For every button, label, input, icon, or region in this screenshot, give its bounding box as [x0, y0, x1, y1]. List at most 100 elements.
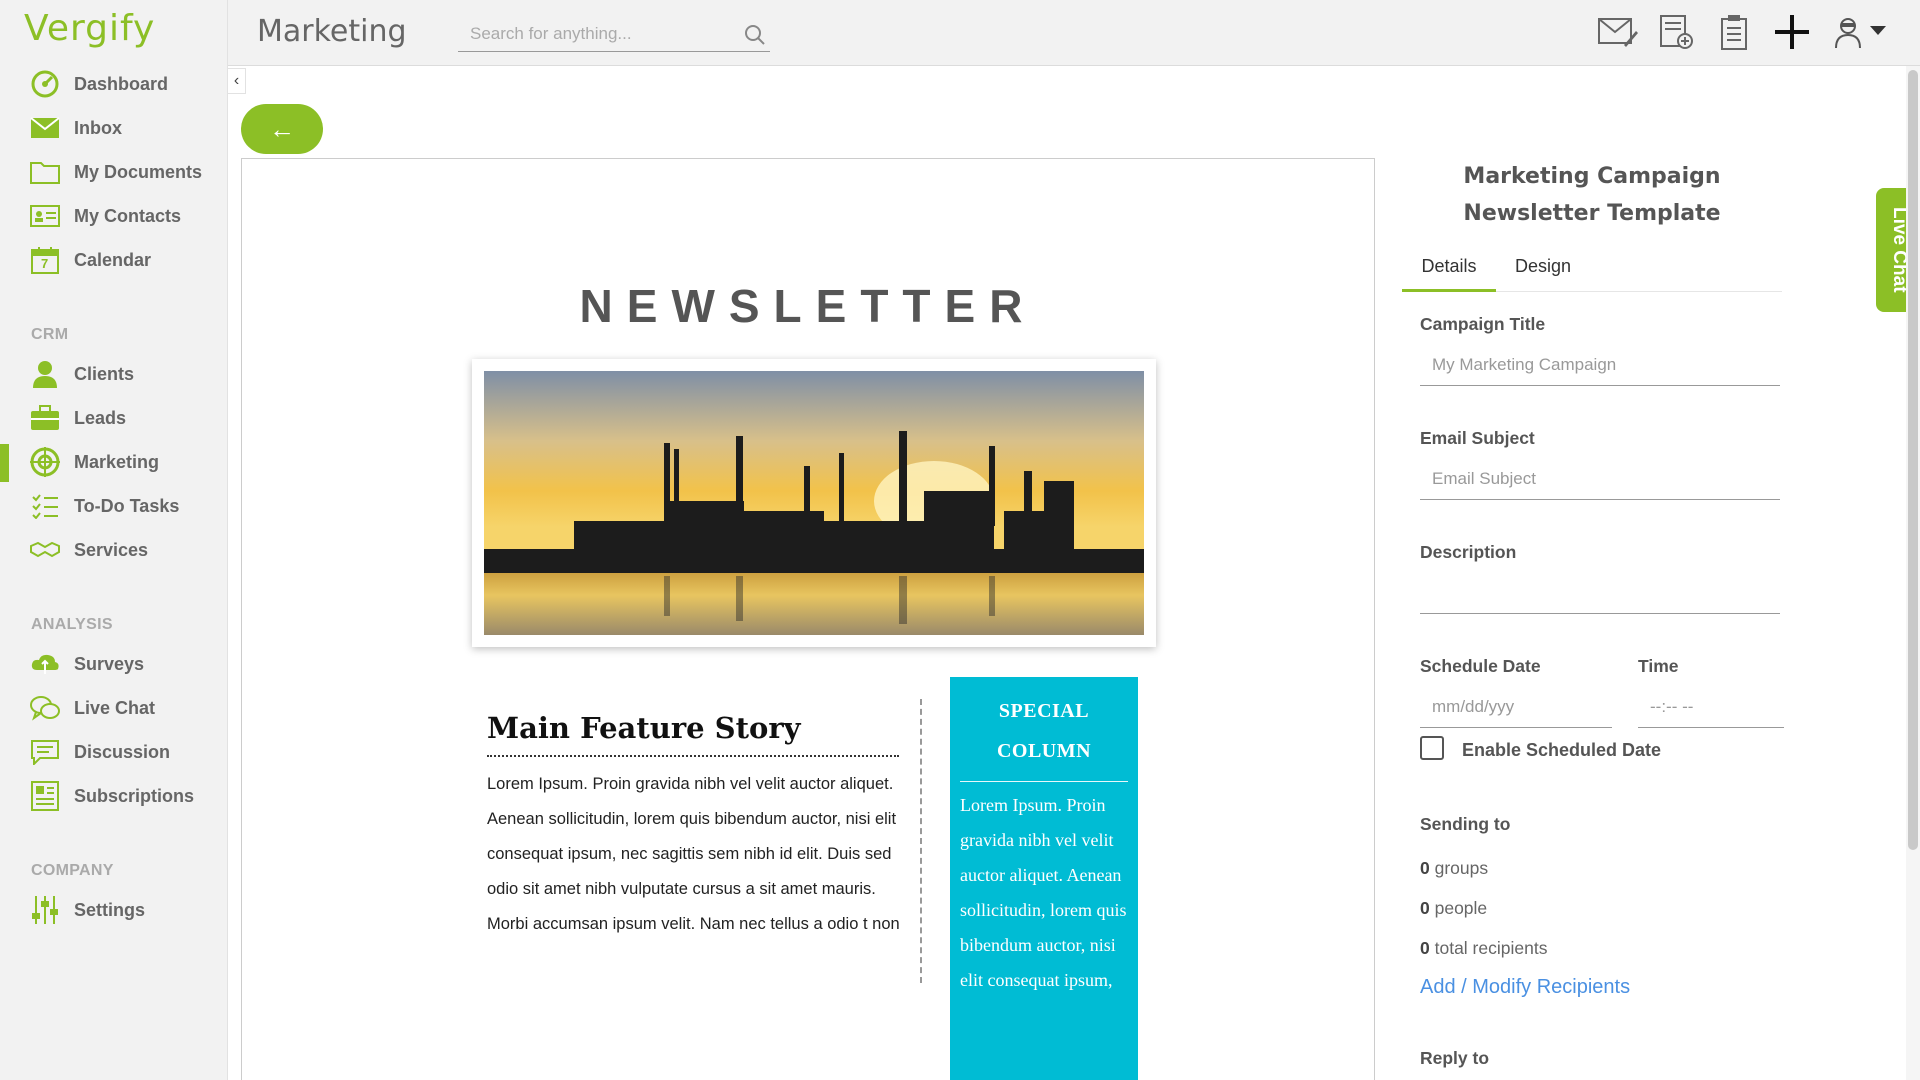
reply-to-label: Reply to: [1420, 1048, 1490, 1068]
tab-details[interactable]: Details: [1402, 244, 1496, 292]
newsletter-image-frame[interactable]: [472, 359, 1156, 647]
folder-icon: [30, 157, 60, 187]
newspaper-icon: [30, 781, 60, 811]
section-label-crm: CRM: [31, 326, 69, 343]
campaign-title-field: [1420, 346, 1780, 386]
add-modify-recipients-link[interactable]: Add / Modify Recipients: [1420, 976, 1630, 999]
sidebar-item-subscriptions[interactable]: Subscriptions: [0, 774, 228, 818]
survey-cloud-icon: [30, 649, 60, 679]
enable-schedule-label[interactable]: Enable Scheduled Date: [1462, 740, 1661, 761]
enable-schedule-checkbox[interactable]: [1420, 736, 1444, 760]
sidebar-item-label: Marketing: [74, 451, 160, 472]
calendar-icon: 7: [30, 245, 60, 275]
sidebar-item-label: Surveys: [74, 653, 145, 674]
main-nav: Dashboard Inbox My Documents My Contacts…: [0, 62, 228, 282]
sidebar-item-label: To-Do Tasks: [74, 495, 180, 516]
sidebar-item-surveys[interactable]: Surveys: [0, 642, 228, 686]
special-column-title: SPECIAL COLUMN: [960, 691, 1128, 782]
sidebar-item-label: Clients: [74, 363, 135, 384]
sidebar-item-live-chat[interactable]: Live Chat: [0, 686, 228, 730]
sidebar-item-label: Inbox: [74, 117, 122, 138]
sidebar-item-todo-tasks[interactable]: To-Do Tasks: [0, 484, 228, 528]
time-label: Time: [1638, 656, 1679, 676]
new-document-icon[interactable]: [1656, 12, 1696, 52]
tab-design[interactable]: Design: [1498, 244, 1588, 292]
sidebar-item-dashboard[interactable]: Dashboard: [0, 62, 228, 106]
sidebar-item-leads[interactable]: Leads: [0, 396, 228, 440]
description-field: [1420, 574, 1780, 614]
description-input[interactable]: [1420, 574, 1780, 612]
page-scrollbar[interactable]: [1906, 66, 1920, 1080]
envelope-icon: [30, 113, 60, 143]
person-icon: [30, 359, 60, 389]
sidebar-item-label: Services: [74, 539, 149, 560]
app-logo[interactable]: Vergify: [24, 8, 155, 49]
compose-email-icon[interactable]: [1598, 12, 1638, 52]
campaign-title-input[interactable]: [1420, 346, 1780, 384]
main-feature-body[interactable]: Lorem Ipsum. Proin gravida nibh vel veli…: [487, 767, 907, 942]
checklist-icon: [30, 491, 60, 521]
recipients-count: 0 total recipients: [1420, 938, 1547, 959]
time-input[interactable]: [1638, 688, 1784, 726]
user-avatar-icon[interactable]: [1830, 12, 1890, 52]
sidebar-item-label: Dashboard: [74, 73, 169, 94]
sidebar-item-label: Calendar: [74, 249, 152, 270]
page-title: Marketing: [257, 14, 407, 49]
caret-down-icon: [1870, 23, 1886, 41]
groups-count-value: 0: [1420, 858, 1430, 878]
time-field: [1638, 688, 1784, 728]
sidebar-item-clients[interactable]: Clients: [0, 352, 228, 396]
groups-count: 0 groups: [1420, 858, 1488, 879]
search-input[interactable]: [458, 18, 728, 50]
sidebar-item-calendar[interactable]: 7 Calendar: [0, 238, 228, 282]
description-label: Description: [1420, 542, 1517, 562]
sidebar-item-label: My Contacts: [74, 205, 182, 226]
sidebar-item-label: Leads: [74, 407, 127, 428]
back-button[interactable]: ←: [241, 104, 323, 154]
top-header: Marketing: [228, 0, 1920, 66]
recipients-count-label: total recipients: [1434, 938, 1548, 958]
sidebar-collapse-button[interactable]: ‹: [228, 68, 246, 94]
search-icon[interactable]: [744, 24, 766, 51]
email-subject-field: [1420, 460, 1780, 500]
sidebar-item-inbox[interactable]: Inbox: [0, 106, 228, 150]
calendar-day: 7: [41, 256, 49, 271]
panel-title: Marketing Campaign Newsletter Template: [1463, 164, 1721, 226]
sidebar-item-label: Discussion: [74, 741, 171, 762]
sidebar-item-settings[interactable]: Settings: [0, 888, 228, 932]
sidebar-item-my-documents[interactable]: My Documents: [0, 150, 228, 194]
main-feature-title[interactable]: Main Feature Story: [487, 711, 899, 757]
contact-card-icon: [30, 201, 60, 231]
special-column[interactable]: SPECIAL COLUMN Lorem Ipsum. Proin gravid…: [950, 677, 1138, 1080]
column-divider: [920, 699, 922, 983]
clipboard-icon[interactable]: [1714, 12, 1754, 52]
company-nav: Settings: [0, 888, 228, 932]
refinery-sunset-image: [484, 371, 1144, 635]
sidebar-item-marketing[interactable]: Marketing: [0, 440, 228, 484]
schedule-date-label: Schedule Date: [1420, 656, 1541, 676]
sidebar-item-discussion[interactable]: Discussion: [0, 730, 228, 774]
sidebar-item-my-contacts[interactable]: My Contacts: [0, 194, 228, 238]
schedule-date-input[interactable]: [1420, 688, 1612, 726]
people-count-value: 0: [1420, 898, 1430, 918]
arrow-left-icon: ←: [269, 113, 295, 144]
section-label-company: COMPANY: [31, 862, 114, 879]
scrollbar-thumb[interactable]: [1908, 70, 1918, 850]
dashboard-icon: [30, 69, 60, 99]
sending-to-label: Sending to: [1420, 814, 1511, 834]
plus-icon[interactable]: [1772, 12, 1812, 52]
recipients-count-value: 0: [1420, 938, 1430, 958]
panel-tabs: Details Design: [1402, 244, 1782, 292]
email-subject-input[interactable]: [1420, 460, 1780, 498]
chevron-left-icon: ‹: [233, 72, 240, 89]
sidebar-item-label: Live Chat: [74, 697, 156, 718]
special-column-body: Lorem Ipsum. Proin gravida nibh vel veli…: [960, 795, 1127, 990]
email-subject-label: Email Subject: [1420, 428, 1535, 448]
sidebar-item-services[interactable]: Services: [0, 528, 228, 572]
handshake-icon: [30, 535, 60, 565]
sidebar: Vergify Dashboard Inbox My Documents My …: [0, 0, 228, 1080]
people-count-label: people: [1434, 898, 1488, 918]
chat-bubbles-icon: [30, 693, 60, 723]
crm-nav: Clients Leads Marketing To-Do Tasks Serv…: [0, 352, 228, 572]
sliders-icon: [30, 895, 60, 925]
